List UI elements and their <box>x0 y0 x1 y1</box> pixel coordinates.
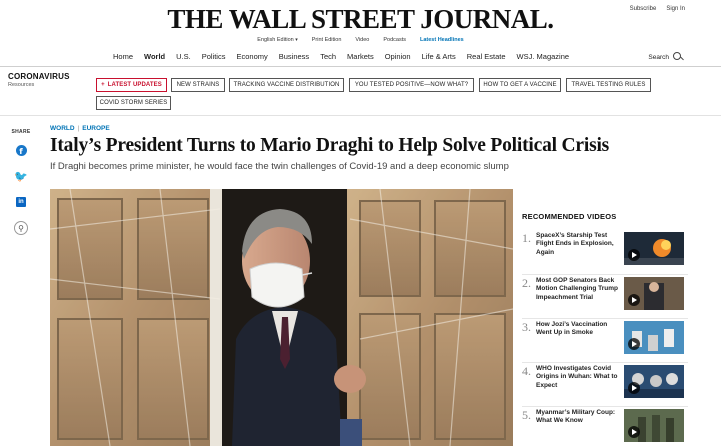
nav-item-real-estate[interactable]: Real Estate <box>467 52 506 61</box>
pill-tracking-vaccine[interactable]: TRACKING VACCINE DISTRIBUTION <box>229 78 344 92</box>
nav-item-world[interactable]: World <box>144 52 165 61</box>
main-nav-items: Home World U.S. Politics Economy Busines… <box>113 52 569 61</box>
nav-item-home[interactable]: Home <box>113 52 133 61</box>
nav-item-tech[interactable]: Tech <box>320 52 336 61</box>
article-dek: If Draghi becomes prime minister, he wou… <box>50 161 509 172</box>
section-world-link[interactable]: WORLD <box>50 125 75 132</box>
article-breadcrumb: WORLD | EUROPE <box>50 125 110 132</box>
covid-bar-divider <box>0 115 721 116</box>
nav-divider <box>0 66 721 67</box>
pill-get-vaccine[interactable]: HOW TO GET A VACCINE <box>479 78 561 92</box>
video-item[interactable]: 2. Most GOP Senators Back Motion Challen… <box>522 274 688 318</box>
lead-photo[interactable] <box>50 189 513 446</box>
article-headline: Italy’s President Turns to Mario Draghi … <box>50 135 610 156</box>
search-button[interactable]: Search <box>648 52 683 62</box>
video-link[interactable]: Video <box>355 37 369 43</box>
video-title: Most GOP Senators Back Motion Challengin… <box>536 277 618 301</box>
search-icon <box>673 52 683 62</box>
video-rank: 4. <box>522 364 531 378</box>
video-thumbnail[interactable] <box>624 321 684 354</box>
nav-item-opinion[interactable]: Opinion <box>385 52 411 61</box>
recommended-videos-title: RECOMMENDED VIDEOS <box>522 212 617 221</box>
play-icon <box>628 249 640 261</box>
video-title: SpaceX’s Starship Test Flight Ends in Ex… <box>536 232 614 256</box>
podcasts-link[interactable]: Podcasts <box>383 37 406 43</box>
share-label: SHARE <box>11 129 31 135</box>
video-thumbnail[interactable] <box>624 232 684 265</box>
recommended-videos-list: 1. SpaceX’s Starship Test Flight Ends in… <box>522 230 688 446</box>
pill-covid-storm-series[interactable]: COVID STORM SERIES <box>96 96 171 110</box>
twitter-icon: 🐦 <box>14 169 28 183</box>
nav-item-business[interactable]: Business <box>279 52 309 61</box>
pill-latest-updates[interactable]: + LATEST UPDATES <box>96 78 167 92</box>
play-icon <box>628 382 640 394</box>
edition-selector[interactable]: English Edition ▾ <box>257 37 297 43</box>
video-title: Myanmar’s Military Coup: What We Know <box>536 409 616 425</box>
nav-item-us[interactable]: U.S. <box>176 52 191 61</box>
share-rail: SHARE f 🐦 in ⚲ <box>8 129 34 235</box>
copy-link-button[interactable]: ⚲ <box>14 221 28 235</box>
print-edition-link[interactable]: Print Edition <box>312 37 342 43</box>
pill-tested-positive[interactable]: YOU TESTED POSITIVE—NOW WHAT? <box>349 78 474 92</box>
video-item[interactable]: 3. How Jozi’s Vaccination Went Up in Smo… <box>522 318 688 362</box>
edition-bar: English Edition ▾ Print Edition Video Po… <box>0 37 721 43</box>
twitter-share-button[interactable]: 🐦 <box>14 169 28 183</box>
video-thumbnail[interactable] <box>624 409 684 442</box>
video-rank: 2. <box>522 276 531 290</box>
facebook-icon: f <box>15 144 27 156</box>
video-item[interactable]: 1. SpaceX’s Starship Test Flight Ends in… <box>522 230 688 274</box>
latest-headlines-link[interactable]: Latest Headlines <box>420 37 464 43</box>
video-title: WHO Investigates Covid Origins in Wuhan:… <box>536 365 618 389</box>
breadcrumb-separator: | <box>77 125 80 132</box>
play-icon <box>628 426 640 438</box>
pill-travel-testing[interactable]: TRAVEL TESTING RULES <box>566 78 651 92</box>
video-rank: 1. <box>522 231 531 245</box>
coronavirus-resources-label[interactable]: CORONAVIRUS Resources <box>8 72 70 88</box>
masthead-logo[interactable]: THE WALL STREET JOURNAL. <box>0 4 721 35</box>
video-rank: 5. <box>522 408 531 422</box>
nav-item-wsj-magazine[interactable]: WSJ. Magazine <box>517 52 570 61</box>
video-thumbnail[interactable] <box>624 365 684 398</box>
coronavirus-title: CORONAVIRUS <box>8 72 70 81</box>
link-icon: ⚲ <box>14 221 28 235</box>
pill-new-strains[interactable]: NEW STRAINS <box>171 78 225 92</box>
video-rank: 3. <box>522 320 531 334</box>
facebook-share-button[interactable]: f <box>14 143 28 157</box>
search-label: Search <box>648 53 669 61</box>
lead-photo-illustration <box>50 189 513 446</box>
linkedin-icon: in <box>16 197 26 207</box>
play-icon <box>628 294 640 306</box>
linkedin-share-button[interactable]: in <box>14 195 28 209</box>
play-icon <box>628 338 640 350</box>
section-europe-link[interactable]: EUROPE <box>82 125 109 132</box>
resources-subtitle: Resources <box>8 82 35 88</box>
nav-item-economy[interactable]: Economy <box>236 52 267 61</box>
chevron-down-icon: ▾ <box>295 37 298 43</box>
nav-item-life-arts[interactable]: Life & Arts <box>422 52 456 61</box>
main-nav: Home World U.S. Politics Economy Busines… <box>0 52 721 66</box>
nav-item-markets[interactable]: Markets <box>347 52 374 61</box>
video-item[interactable]: 4. WHO Investigates Covid Origins in Wuh… <box>522 362 688 406</box>
video-thumbnail[interactable] <box>624 277 684 310</box>
plus-icon: + <box>101 82 105 88</box>
video-title: How Jozi’s Vaccination Went Up in Smoke <box>536 321 608 337</box>
video-item[interactable]: 5. Myanmar’s Military Coup: What We Know <box>522 406 688 446</box>
nav-item-politics[interactable]: Politics <box>202 52 226 61</box>
